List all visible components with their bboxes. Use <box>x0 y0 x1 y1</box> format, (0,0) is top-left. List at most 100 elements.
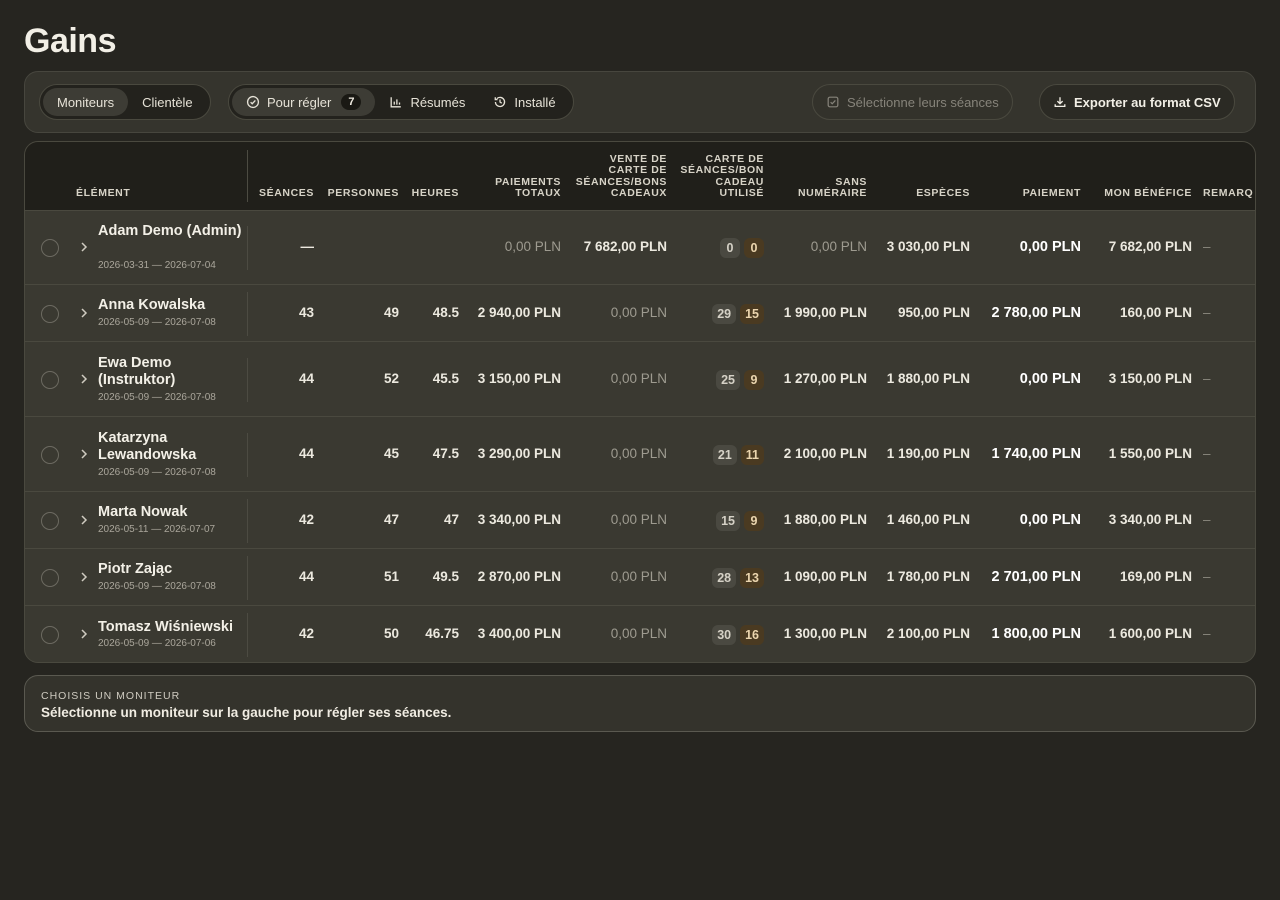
cell-paiements: 3 340,00 PLN <box>477 511 561 527</box>
filter-label: Installé <box>514 94 556 110</box>
col-header-carte-utilisee: Carte de séances/bon cadeau utilisé <box>680 153 764 200</box>
cell-seances: 44 <box>298 370 314 386</box>
cell-paiement: 0,00 PLN <box>1019 239 1081 255</box>
filter-label: Pour régler <box>267 94 332 110</box>
hint-label: CHOISIS UN MONITEUR <box>41 690 181 702</box>
col-header-seances: Séances <box>259 187 314 200</box>
cell-remarque: – <box>1203 626 1211 641</box>
used-count-badge: 15 <box>716 510 740 531</box>
tab-label: Clientèle <box>142 94 193 110</box>
table-row[interactable]: Piotr Zając 2026-05-09 — 2026-07-08 44 51 49… <box>25 548 1255 605</box>
cell-paiements: 2 940,00 PLN <box>477 304 561 320</box>
cell-heures: 46.75 <box>425 626 459 641</box>
select-radio[interactable] <box>41 239 59 257</box>
cell-paiement: 2 780,00 PLN <box>991 304 1081 321</box>
cell-benefice: 3 150,00 PLN <box>1108 370 1192 386</box>
filter-pour-regler[interactable]: Pour régler 7 <box>232 88 376 116</box>
used-count-badge-secondary: 16 <box>740 625 764 645</box>
select-radio[interactable] <box>41 445 59 464</box>
cell-sans: 2 100,00 PLN <box>783 445 867 461</box>
cell-vente: 0,00 PLN <box>610 445 667 461</box>
cell-vente: 0,00 PLN <box>610 304 667 320</box>
used-count-badge: 0 <box>720 238 740 258</box>
cell-paiement: 0,00 PLN <box>1019 511 1081 528</box>
table-row[interactable]: Katarzyna Lewandowska 2026-05-09 — 2026-0… <box>25 416 1255 491</box>
date-range: 2026-05-09 — 2026-07-08 <box>98 580 216 592</box>
date-range: 2026-05-09 — 2026-07-08 <box>98 466 216 478</box>
cell-heures: 45.5 <box>432 370 459 386</box>
cell-vente: 0,00 PLN <box>610 568 667 584</box>
chevron-right-icon[interactable] <box>79 514 89 526</box>
cell-sans: 1 270,00 PLN <box>783 370 867 386</box>
chevron-right-icon[interactable] <box>79 448 89 460</box>
cell-especes: 1 190,00 PLN <box>886 445 970 461</box>
used-count-badge-secondary: 9 <box>744 510 764 531</box>
row-divider <box>247 555 248 600</box>
cell-remarque: – <box>1203 304 1211 320</box>
cell-especes: 950,00 PLN <box>897 304 970 320</box>
chevron-right-icon[interactable] <box>79 307 89 319</box>
table-row[interactable]: Tomasz Wiśniewski 2026-05-09 — 2026-07-06… <box>25 605 1255 662</box>
tab-clientele[interactable]: Clientèle <box>128 88 207 116</box>
used-count-badge: 28 <box>712 567 737 588</box>
chevron-right-icon[interactable] <box>79 373 89 385</box>
cell-paiement: 1 740,00 PLN <box>991 445 1081 462</box>
used-cards-pair: 21 11 <box>712 444 764 465</box>
cell-remarque: – <box>1203 568 1211 584</box>
cell-seances: 44 <box>298 445 314 461</box>
cell-paiement: 1 800,00 PLN <box>991 626 1081 642</box>
col-header-element: Élément <box>76 187 131 200</box>
header-line: numéraire <box>798 187 867 200</box>
row-divider <box>247 291 248 336</box>
col-header-personnes: Personnes <box>327 187 399 200</box>
cell-vente: 0,00 PLN <box>610 626 667 641</box>
cell-sans: 1 300,00 PLN <box>783 626 867 641</box>
page-title: Gains <box>24 22 116 60</box>
date-range: 2026-05-09 — 2026-07-08 <box>98 316 216 328</box>
col-header-especes: Espèces <box>916 187 970 200</box>
chevron-right-icon[interactable] <box>79 628 89 640</box>
cell-heures: 47 <box>443 511 459 527</box>
earnings-table: Élément Séances Personnes Heures Paiemen… <box>24 141 1256 663</box>
cell-seances: 42 <box>298 626 314 641</box>
used-count-badge-secondary: 0 <box>744 238 764 258</box>
table-row[interactable]: Adam Demo (Admin) 2026-03-31 — 2026-07-04… <box>25 210 1255 284</box>
col-header-remarque: Remarq <box>1203 187 1254 200</box>
select-radio[interactable] <box>41 568 59 587</box>
cell-benefice: 1 600,00 PLN <box>1108 626 1192 641</box>
header-line: totaux <box>515 187 561 200</box>
filter-installe[interactable]: Installé <box>479 88 569 116</box>
col-header-paiement: Paiement <box>1022 187 1081 200</box>
select-radio[interactable] <box>41 511 59 530</box>
table-row[interactable]: Ewa Demo (Instruktor) 2026-05-09 — 2026-0… <box>25 341 1255 416</box>
cell-remarque: – <box>1203 239 1211 254</box>
cell-benefice: 7 682,00 PLN <box>1108 239 1192 254</box>
table-row[interactable]: Anna Kowalska 2026-05-09 — 2026-07-08 43 49… <box>25 284 1255 341</box>
cell-benefice: 1 550,00 PLN <box>1108 445 1192 461</box>
select-radio[interactable] <box>41 626 59 644</box>
header-line: cadeaux <box>610 187 667 200</box>
date-range: 2026-03-31 — 2026-07-04 <box>98 260 216 271</box>
chevron-right-icon[interactable] <box>79 241 89 253</box>
export-csv-button[interactable]: Exporter au format CSV <box>1039 84 1235 120</box>
tab-label: Moniteurs <box>57 94 115 110</box>
filter-resumes[interactable]: Résumés <box>375 88 479 116</box>
history-icon <box>494 96 506 108</box>
cell-sans: 1 990,00 PLN <box>783 304 867 320</box>
cell-vente: 0,00 PLN <box>610 511 667 527</box>
cell-benefice: 169,00 PLN <box>1119 568 1192 584</box>
export-csv-label: Exporter au format CSV <box>1074 94 1221 110</box>
table-row[interactable]: Marta Nowak 2026-05-11 — 2026-07-07 42 47 47… <box>25 491 1255 548</box>
count-badge: 7 <box>341 94 362 110</box>
col-header-sans-numeraire: Sans numéraire <box>798 176 867 200</box>
select-radio[interactable] <box>41 304 59 323</box>
select-radio[interactable] <box>41 370 59 389</box>
cell-heures: 49.5 <box>432 568 459 584</box>
date-range: 2026-05-11 — 2026-07-07 <box>98 523 216 535</box>
select-sessions-button[interactable]: Sélectionne leurs séances <box>812 84 1013 120</box>
chevron-right-icon[interactable] <box>79 571 89 583</box>
header-divider <box>247 150 248 202</box>
cell-vente: 0,00 PLN <box>610 370 667 386</box>
col-header-benefice: Mon bénéfice <box>1104 187 1192 200</box>
tab-moniteurs[interactable]: Moniteurs <box>43 88 129 116</box>
